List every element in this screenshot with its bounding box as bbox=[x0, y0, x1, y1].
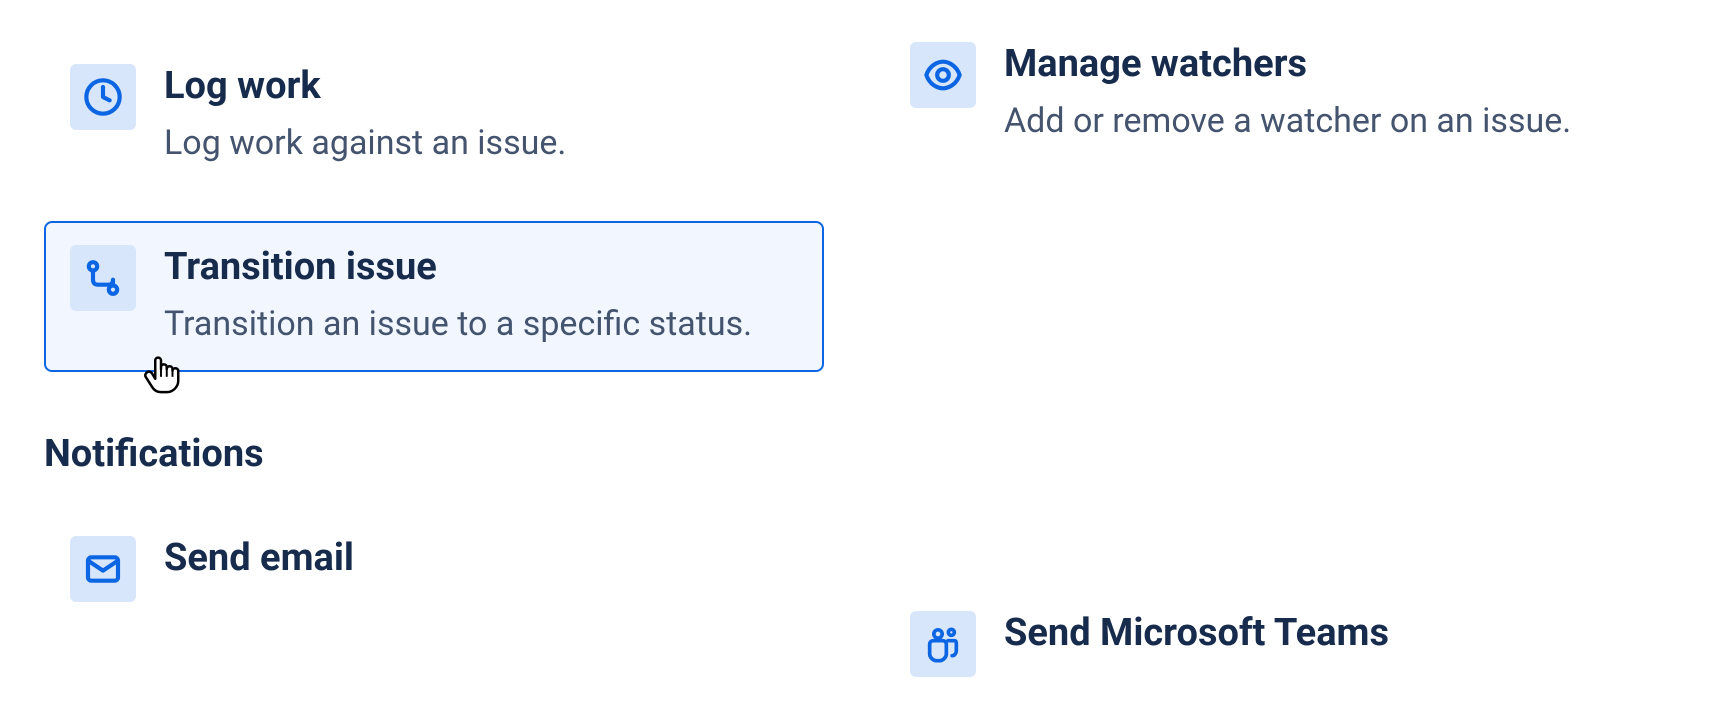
manage-watchers-desc: Add or remove a watcher on an issue. bbox=[1004, 98, 1638, 146]
right-column: Manage watchers Add or remove a watcher … bbox=[884, 40, 1664, 679]
log-work-card[interactable]: Log work Log work against an issue. bbox=[44, 40, 824, 191]
send-ms-teams-card[interactable]: Send Microsoft Teams bbox=[884, 587, 1664, 679]
send-ms-teams-title: Send Microsoft Teams bbox=[1004, 611, 1638, 657]
send-ms-teams-text: Send Microsoft Teams bbox=[1004, 611, 1638, 677]
log-work-title: Log work bbox=[164, 64, 798, 110]
send-email-text: Send email bbox=[164, 536, 798, 602]
clock-icon bbox=[70, 64, 136, 130]
manage-watchers-text: Manage watchers Add or remove a watcher … bbox=[1004, 42, 1638, 145]
transition-issue-title: Transition issue bbox=[164, 245, 798, 291]
manage-watchers-card[interactable]: Manage watchers Add or remove a watcher … bbox=[884, 40, 1664, 169]
transition-icon bbox=[70, 245, 136, 311]
send-email-card[interactable]: Send email bbox=[44, 512, 824, 604]
ms-teams-icon bbox=[910, 611, 976, 677]
transition-issue-desc: Transition an issue to a specific status… bbox=[164, 301, 798, 349]
log-work-text: Log work Log work against an issue. bbox=[164, 64, 798, 167]
transition-issue-text: Transition issue Transition an issue to … bbox=[164, 245, 798, 348]
send-email-title: Send email bbox=[164, 536, 798, 582]
manage-watchers-title: Manage watchers bbox=[1004, 42, 1638, 88]
notifications-heading: Notifications bbox=[44, 432, 824, 476]
log-work-desc: Log work against an issue. bbox=[164, 120, 798, 168]
eye-icon bbox=[910, 42, 976, 108]
left-column: Log work Log work against an issue. Tran… bbox=[44, 40, 824, 679]
transition-issue-card[interactable]: Transition issue Transition an issue to … bbox=[44, 221, 824, 372]
email-icon bbox=[70, 536, 136, 602]
